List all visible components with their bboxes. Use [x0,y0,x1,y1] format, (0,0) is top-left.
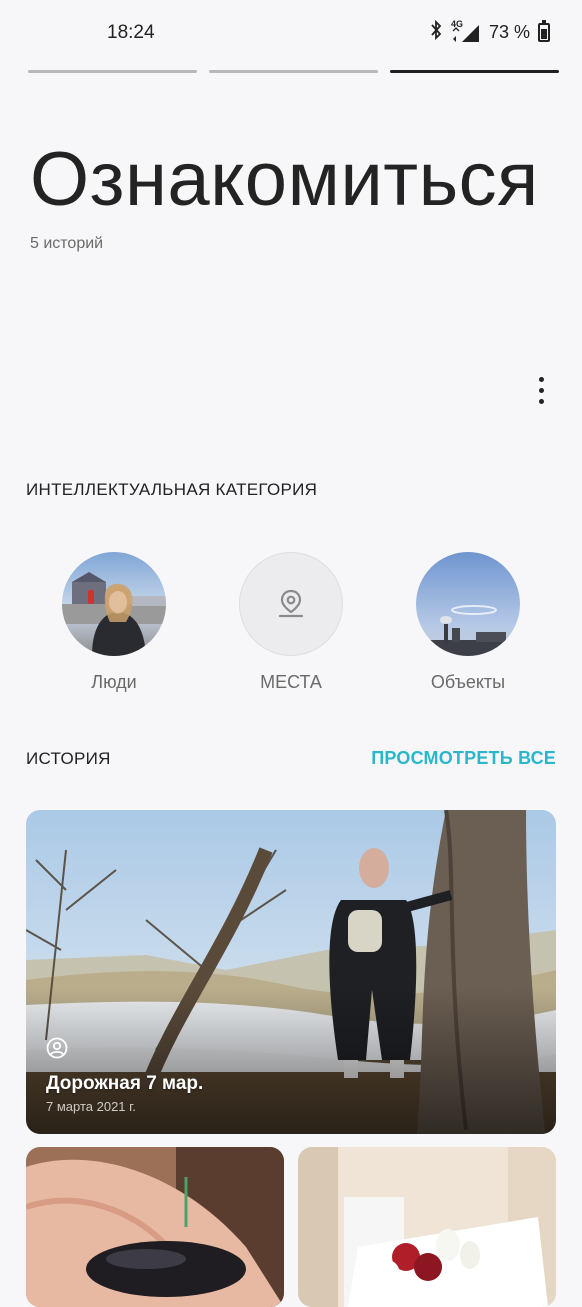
objects-thumbnail[interactable] [416,552,520,656]
story-card[interactable] [298,1147,556,1307]
clock: 18:24 [107,22,155,43]
category-label-objects: Объекты [430,672,506,692]
tab-indicator[interactable] [209,70,378,73]
status-bar: 18:24 4G 73 % [0,0,582,64]
history-heading: ИСТОРИЯ [26,749,111,768]
smart-category-heading: ИНТЕЛЛЕКТУАЛЬНАЯ КАТЕГОРИЯ [26,480,318,499]
more-dot [538,387,544,393]
story-card[interactable] [26,1147,284,1307]
battery-icon [538,20,550,42]
people-thumbnail[interactable] [62,552,166,656]
stories-count: 5 историй [30,235,104,252]
story-info: Дорожная 7 мар. 7 марта 2021 г. [46,1037,203,1114]
story-date: 7 марта 2021 г. [46,1099,136,1114]
tab-indicator[interactable] [28,70,197,73]
featured-story-card[interactable]: Дорожная 7 мар. 7 марта 2021 г. [26,810,556,1134]
bluetooth-icon [429,19,443,45]
battery-percent: 73 % [488,22,530,42]
category-objects[interactable]: Объекты [416,552,520,693]
status-icons: 4G 73 % [429,19,550,45]
category-label-places: МЕСТА [260,672,322,692]
page-title: Ознакомиться [30,137,539,222]
more-dot [538,376,544,382]
location-pin-icon [274,587,308,621]
tab-indicator-active[interactable] [390,70,559,73]
story-tabs [28,70,559,73]
signal-icon: 4G [451,19,481,43]
story-title: Дорожная 7 мар. [46,1073,204,1094]
category-label-people: Люди [91,672,137,692]
category-people[interactable]: Люди [62,552,166,693]
category-places[interactable]: МЕСТА [239,552,343,693]
view-all-link[interactable]: ПРОСМОТРЕТЬ ВСЕ [371,748,556,769]
places-thumbnail[interactable] [239,552,343,656]
more-options-button[interactable] [528,372,554,408]
more-dot [538,398,544,404]
person-icon [46,1037,68,1059]
